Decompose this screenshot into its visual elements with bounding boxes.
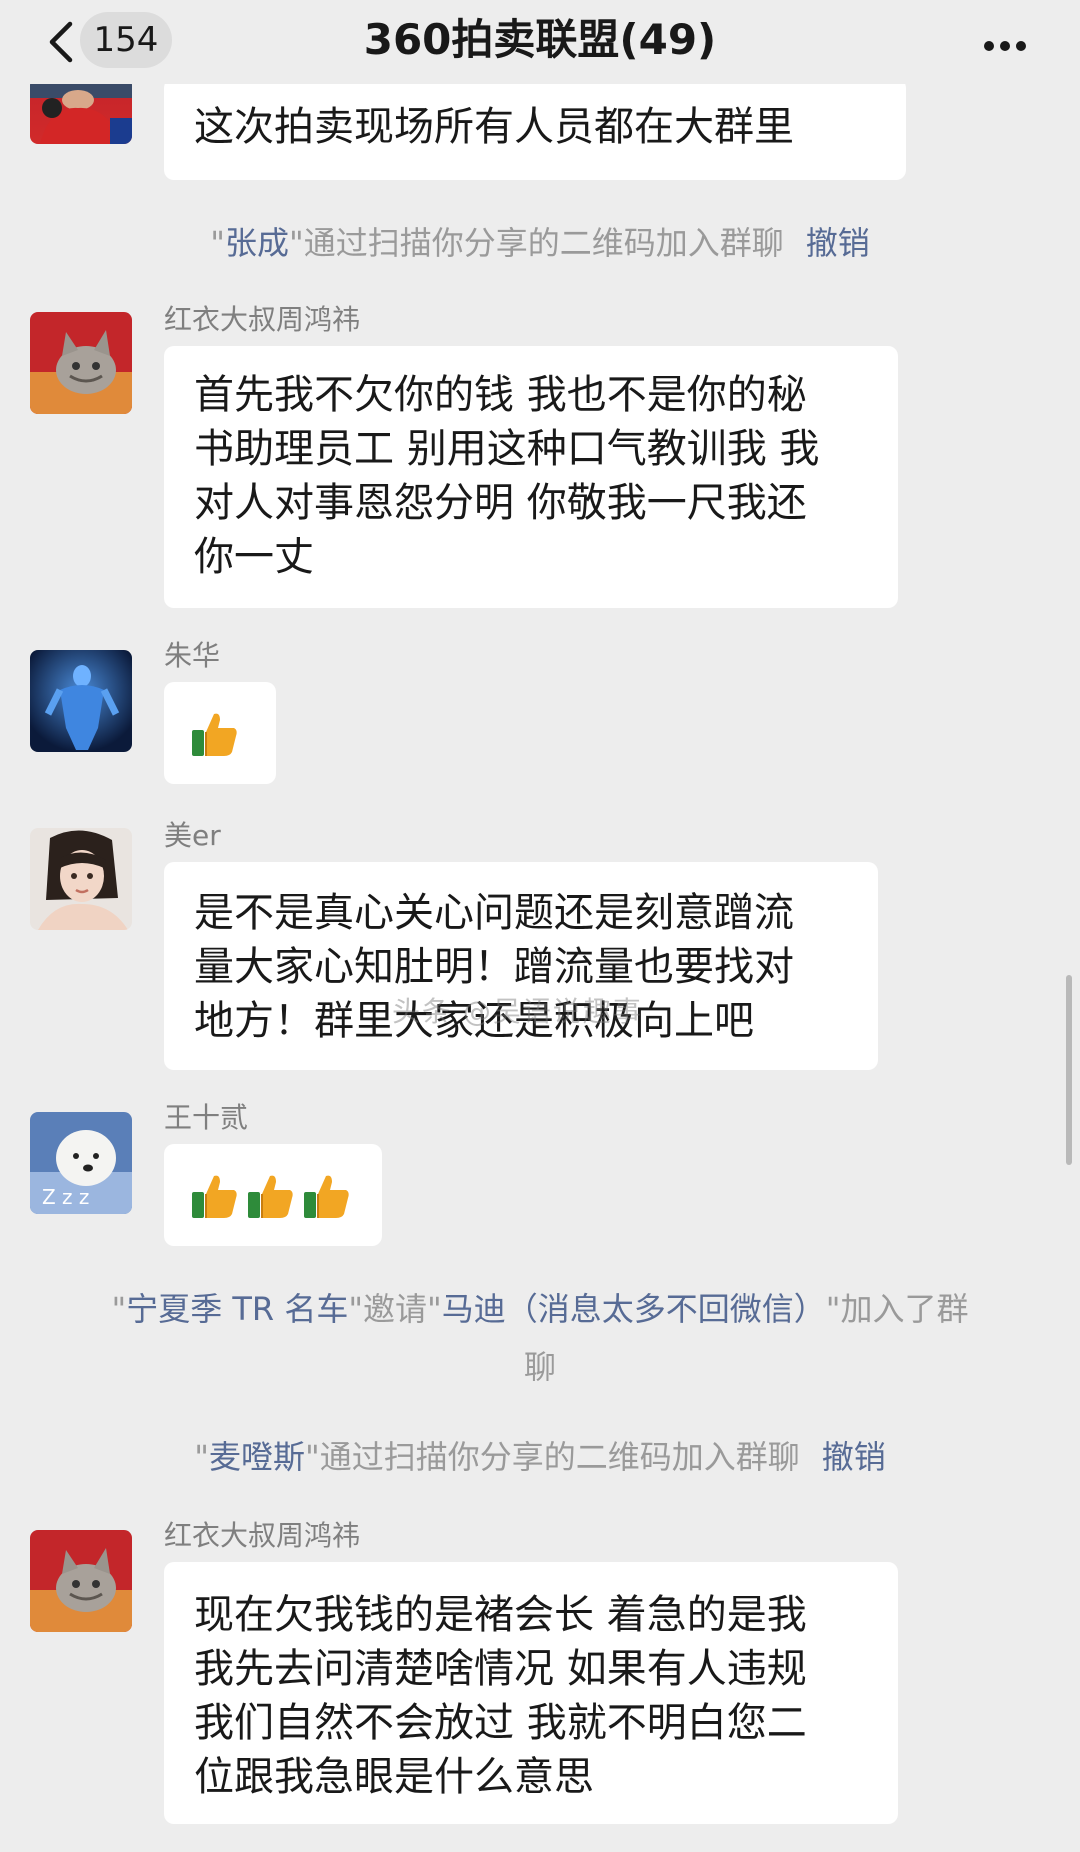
avatar-man-red-shirt[interactable] [30, 78, 132, 144]
message-line: 我们自然不会放过 我就不明白您二 [194, 1700, 807, 1746]
message-bubble [164, 1144, 382, 1246]
message-line: 量大家心知肚明！蹭流量也要找对 [194, 944, 794, 990]
message-bubble [164, 682, 276, 784]
avatar-woman[interactable] [30, 828, 132, 930]
svg-text:Z z z: Z z z [42, 1185, 89, 1209]
message-bubble: 这次拍卖现场所有人员都在大群里 [164, 78, 906, 180]
avatar-cat[interactable] [30, 312, 132, 414]
system-message-join: "张成"通过扫描你分享的二维码加入群聊 撤销 [210, 224, 870, 262]
message-line: 对人对事恩怨分明 你敬我一尺我还 [194, 480, 807, 526]
sender-name: 王十贰 [164, 1101, 249, 1134]
avatar-white-dog[interactable]: Z z z [30, 1112, 132, 1214]
message-line: 这次拍卖现场所有人员都在大群里 [194, 104, 794, 150]
sender-name: 美er [164, 819, 221, 852]
thumbs-up-icon [248, 1175, 293, 1218]
revoke-link[interactable]: 撤销 [822, 1438, 886, 1476]
message-bubble: 现在欠我钱的是褚会长 着急的是我 我先去问清楚啥情况 如果有人违规 我们自然不会… [164, 1562, 898, 1824]
message-line: 是不是真心关心问题还是刻意蹭流 [194, 890, 794, 936]
thumbs-up-icon [192, 1175, 237, 1218]
message-bubble: 是不是真心关心问题还是刻意蹭流 量大家心知肚明！蹭流量也要找对 地方！群里大家还… [164, 862, 878, 1070]
emoji-row [190, 1168, 356, 1222]
message-line: 我先去问清楚啥情况 如果有人违规 [194, 1646, 807, 1692]
member-name-link[interactable]: 马迪（消息太多不回微信） [442, 1290, 826, 1328]
member-name-link[interactable]: 麦噔斯 [209, 1438, 305, 1476]
system-message-join: "麦噔斯"通过扫描你分享的二维码加入群聊 撤销 [194, 1438, 886, 1476]
message-line: 你一丈 [194, 534, 314, 580]
emoji-row [190, 706, 250, 760]
message-line: 位跟我急眼是什么意思 [194, 1754, 594, 1800]
more-options-icon[interactable] [984, 36, 1032, 51]
sender-name: 红衣大叔周鸿祎 [164, 303, 361, 336]
message-line: 书助理员工 别用这种口气教训我 我 [194, 426, 820, 472]
revoke-link[interactable]: 撤销 [806, 224, 870, 262]
avatar-cat[interactable] [30, 1530, 132, 1632]
avatar-blue-figure[interactable] [30, 650, 132, 752]
chat-title: 360拍卖联盟(49) [363, 15, 717, 64]
sender-name: 红衣大叔周鸿祎 [164, 1519, 361, 1552]
thumbs-up-icon [304, 1175, 349, 1218]
system-message-invite: "宁夏季 TR 名车"邀请"马迪（消息太多不回微信）"加入了群聊 [111, 1290, 969, 1386]
message-bubble: 首先我不欠你的钱 我也不是你的秘 书助理员工 别用这种口气教训我 我 对人对事恩… [164, 346, 898, 608]
message-line: 现在欠我钱的是褚会长 着急的是我 [194, 1592, 807, 1638]
chat-header: 154 360拍卖联盟(49) [0, 0, 1080, 84]
member-name-link[interactable]: 张成 [225, 224, 289, 262]
member-name-link[interactable]: 宁夏季 TR 名车 [126, 1290, 348, 1328]
thumbs-up-icon [192, 713, 237, 756]
scrollbar[interactable] [1066, 975, 1072, 1165]
sender-name: 朱华 [164, 639, 221, 672]
message-line: 首先我不欠你的钱 我也不是你的秘 [194, 372, 807, 418]
watermark: 头条 @吴语说趣事 [392, 995, 643, 1028]
